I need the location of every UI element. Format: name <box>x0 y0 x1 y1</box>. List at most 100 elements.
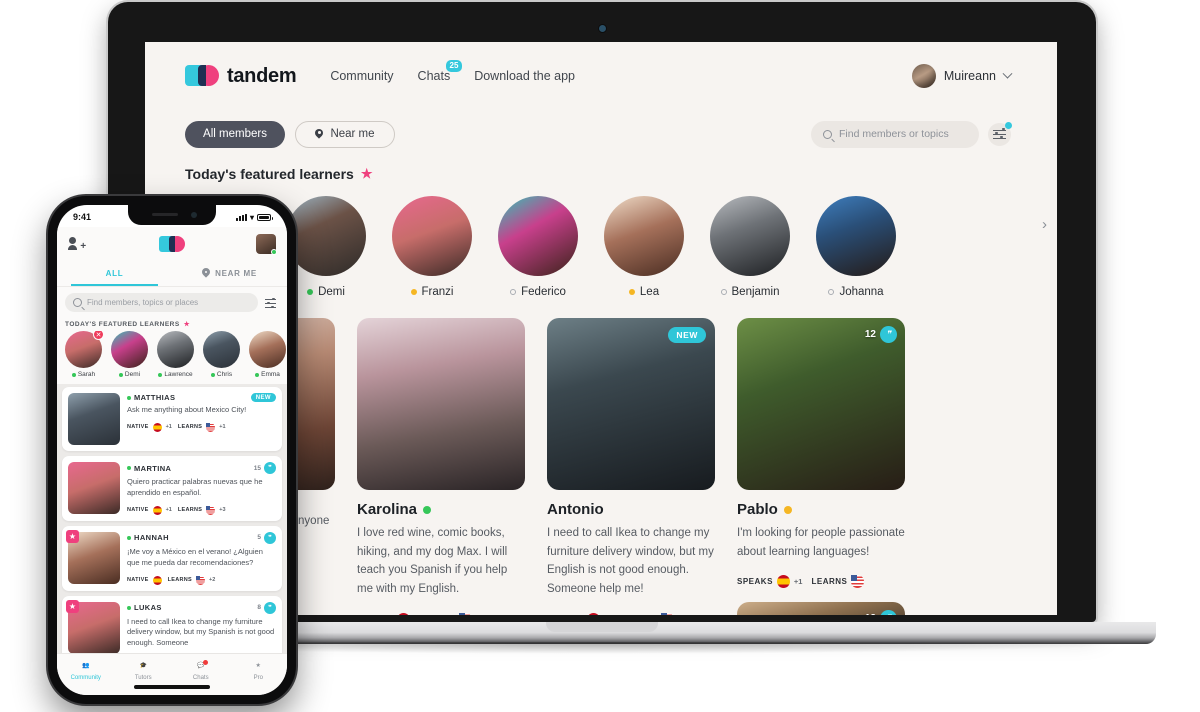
learner-photo <box>710 196 790 276</box>
add-user-icon[interactable]: + <box>68 237 87 252</box>
phone-featured-learner[interactable]: Demi <box>109 331 150 378</box>
featured-learner[interactable]: Franzi <box>379 196 485 298</box>
chat-bubble-icon: ❞ <box>264 531 276 544</box>
learner-photo <box>816 196 896 276</box>
learner-name: Lawrence <box>164 371 193 378</box>
status-dot-online <box>127 605 131 610</box>
filter-settings-button[interactable] <box>988 121 1012 146</box>
status-dot-offline <box>720 289 727 295</box>
tab-near-me[interactable]: NEAR ME <box>172 261 287 286</box>
member-name-row: LUKAS <box>127 603 162 612</box>
member-photo: 12 ❞ <box>737 318 905 490</box>
featured-learner[interactable]: Federico <box>485 196 591 298</box>
learner-photo <box>498 196 578 276</box>
list-item-body: MATTHIAS NEW Ask me anything about Mexic… <box>127 393 276 445</box>
search-area: Find members or topics <box>811 120 1012 148</box>
my-avatar[interactable] <box>256 234 277 255</box>
phone-featured-learner[interactable]: Lawrence <box>155 331 196 378</box>
learner-name: Sarah <box>77 371 96 378</box>
phone-featured-learner[interactable]: ✕ Sarah <box>63 331 104 378</box>
native-label: NATIVE <box>127 424 149 431</box>
member-card[interactable]: 12 ❞ Pablo I'm looking for people passio… <box>737 318 905 615</box>
comment-count-badge: 12 ❞ <box>865 326 897 343</box>
member-languages: NATIVE +1 LEARNS +1 <box>127 422 276 432</box>
phone-search-placeholder: Find members, topics or places <box>87 298 199 307</box>
search-icon <box>823 129 832 139</box>
member-card[interactable]: NEW Antonio I need to call Ikea to chang… <box>547 318 715 615</box>
nav-item-chats[interactable]: Chats 25 <box>418 60 463 83</box>
nav-chats-label: Chats <box>192 675 209 681</box>
list-item[interactable]: ★ LUKAS 8 ❞ I need to call Ikea to chang… <box>62 595 282 660</box>
learns-group: LEARNS +3 <box>621 612 687 615</box>
nav-community[interactable]: 👥 Community <box>57 654 115 686</box>
community-icon: 👥 <box>82 663 90 669</box>
featured-learner[interactable]: Lea <box>591 196 697 298</box>
nav-item-community[interactable]: Community <box>330 69 393 83</box>
learner-name-row: Chris <box>201 371 242 378</box>
carousel-next-icon[interactable]: › <box>1042 216 1047 233</box>
star-icon: ★ <box>183 321 191 328</box>
phone-featured-learner[interactable]: Emma <box>247 331 287 378</box>
member-name: Antonio <box>547 501 604 518</box>
tandem-logo-icon[interactable] <box>158 235 185 253</box>
featured-title-text: Today's featured learners <box>185 166 354 182</box>
filter-near-me[interactable]: Near me <box>295 120 395 148</box>
flag-us-icon <box>661 612 675 615</box>
tab-all[interactable]: ALL <box>57 261 172 286</box>
filter-row: All members Near me Find members or topi… <box>145 110 1057 158</box>
nav-tutors[interactable]: 🎓 Tutors <box>115 654 173 686</box>
flag-us-icon <box>458 612 472 615</box>
star-icon: ★ <box>66 599 79 613</box>
member-card[interactable]: Karolina I love red wine, comic books, h… <box>357 318 525 615</box>
member-name-row: Pablo <box>737 501 905 518</box>
web-logo[interactable]: tandem <box>185 65 297 88</box>
learner-name: Federico <box>521 286 566 298</box>
learns-label: LEARNS <box>419 615 455 616</box>
laptop-camera-icon <box>598 25 606 32</box>
member-name-row: MATTHIAS <box>127 393 175 402</box>
search-input[interactable]: Find members or topics <box>811 120 979 148</box>
learner-photo <box>249 331 286 368</box>
close-icon[interactable]: ✕ <box>93 331 104 340</box>
phone-filter-button[interactable] <box>264 295 279 310</box>
list-item-header: MARTINA 15 ❞ <box>127 462 276 474</box>
status-dot-online <box>210 372 215 377</box>
learns-label: LEARNS <box>167 577 192 583</box>
learner-photo <box>286 196 366 276</box>
member-message: Ask me anything about Mexico City! <box>127 405 247 414</box>
list-item[interactable]: MATTHIAS NEW Ask me anything about Mexic… <box>62 387 282 451</box>
learns-extra: +1 <box>476 615 485 616</box>
web-header: tandem Community Chats 25 Download the a… <box>145 42 1057 110</box>
featured-learner[interactable]: Johanna <box>803 196 909 298</box>
phone-search-input[interactable]: Find members, topics or places <box>65 293 258 312</box>
member-photo <box>357 318 525 490</box>
chat-bubble-icon: ❞ <box>264 601 276 614</box>
list-item-meta: 8 ❞ <box>257 601 276 614</box>
status-dot-online <box>307 289 314 295</box>
laptop-base-notch <box>546 622 658 632</box>
native-group: NATIVE +1 <box>127 505 172 515</box>
learner-name: Franzi <box>421 286 454 298</box>
list-item-meta: 15 ❞ <box>254 462 276 474</box>
nav-item-download[interactable]: Download the app <box>474 69 575 83</box>
nav-pro[interactable]: ★ Pro <box>230 654 288 686</box>
status-dot-online <box>127 466 131 470</box>
member-languages: SPEAKS LEARNS +1 <box>357 612 525 616</box>
filter-all-members[interactable]: All members <box>185 120 285 148</box>
phone-camera-icon <box>191 211 197 218</box>
flag-us-icon <box>206 422 216 432</box>
speaks-label: SPEAKS <box>357 615 393 616</box>
location-pin-icon <box>202 268 210 279</box>
list-item[interactable]: MARTINA 15 ❞ Quiero practicar palabras n… <box>62 456 282 521</box>
featured-learner[interactable]: Benjamin <box>697 196 803 298</box>
graduation-cap-icon: 🎓 <box>139 663 147 669</box>
member-bio: I need to call Ikea to change my furnitu… <box>547 527 714 595</box>
list-item[interactable]: ★ HANNAH 5 ❞ ¡Me voy a México en el vera… <box>62 525 282 591</box>
learner-name: Demi <box>124 371 141 378</box>
user-menu[interactable]: Muireann <box>911 64 1013 88</box>
nav-chats[interactable]: 💬 Chats <box>172 654 230 686</box>
list-item-body: HANNAH 5 ❞ ¡Me voy a México en el verano… <box>127 531 276 585</box>
member-languages: NATIVE LEARNS +2 <box>127 575 276 585</box>
phone-featured-learner[interactable]: Chris <box>201 331 242 378</box>
chat-bubble-icon: ❞ <box>880 610 897 615</box>
